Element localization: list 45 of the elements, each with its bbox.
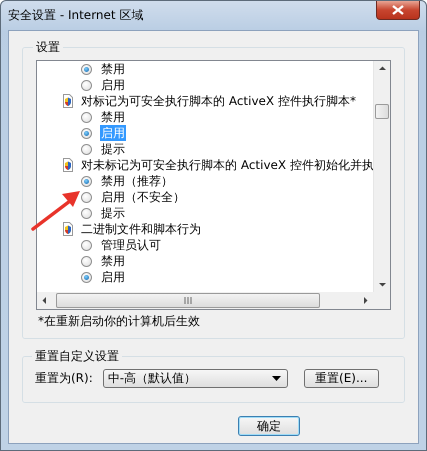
level-dropdown[interactable]: 中-高（默认值） — [102, 369, 288, 388]
radio-button[interactable] — [81, 144, 92, 154]
option-label[interactable]: 禁用（推荐） — [100, 173, 174, 189]
dropdown-arrow-icon — [272, 376, 281, 381]
option-label[interactable]: 管理员认可 — [100, 237, 162, 253]
option-label[interactable]: 启用（不安全） — [100, 189, 186, 205]
option-label[interactable]: 禁用 — [100, 61, 126, 77]
radio-button[interactable] — [81, 256, 92, 266]
setting-heading: 对标记为可安全执行脚本的 ActiveX 控件执行脚本* — [80, 93, 357, 109]
option-label[interactable]: 启用 — [100, 77, 126, 93]
option-label[interactable]: 禁用 — [100, 109, 126, 125]
shield-document-icon — [63, 94, 73, 108]
radio-button[interactable] — [81, 240, 92, 250]
vertical-scrollbar[interactable] — [373, 61, 390, 292]
close-button[interactable] — [376, 1, 420, 20]
shield-document-icon — [63, 222, 73, 236]
horizontal-scrollbar[interactable] — [37, 292, 373, 309]
radio-button[interactable] — [81, 64, 92, 74]
shield-document-icon — [63, 158, 73, 172]
option-label[interactable]: 启用 — [100, 269, 126, 285]
setting-heading: 二进制文件和脚本行为 — [80, 221, 202, 237]
restart-note: *在重新启动你的计算机后生效 — [38, 313, 201, 330]
radio-button[interactable] — [81, 128, 92, 138]
close-icon — [392, 5, 404, 15]
settings-list[interactable]: 禁用 启用 对标记为可安全执行脚本的 ActiveX 控件执行脚本* 禁用 启用 提示 对未标记为可安全执行脚本的 ActiveX 控件初始化并执 禁用（推荐） 启用（不安全） 提示 二进制文件和脚本行为 管理员认可 禁用 启用 — [36, 60, 391, 310]
radio-button[interactable] — [81, 112, 92, 122]
reset-button[interactable]: 重置(E)... — [304, 369, 379, 388]
radio-button[interactable] — [81, 80, 92, 90]
option-label[interactable]: 提示 — [100, 141, 126, 157]
radio-button[interactable] — [81, 272, 92, 282]
annotation-arrow — [30, 188, 82, 232]
grip-icon — [184, 297, 192, 304]
window-title: 安全设置 - Internet 区域 — [8, 7, 144, 24]
reset-label: 重置为(R): — [35, 370, 93, 387]
radio-button[interactable] — [81, 192, 92, 202]
ok-button[interactable]: 确定 — [238, 416, 300, 436]
radio-button[interactable] — [81, 176, 92, 186]
option-label[interactable]: 提示 — [100, 205, 126, 221]
setting-heading: 对未标记为可安全执行脚本的 ActiveX 控件初始化并执 — [80, 157, 373, 173]
radio-button[interactable] — [81, 208, 92, 218]
group-title: 设置 — [35, 39, 61, 56]
scroll-thumb[interactable] — [56, 293, 320, 308]
scroll-thumb[interactable] — [375, 104, 389, 119]
option-label[interactable]: 禁用 — [100, 253, 126, 269]
group-title: 重置自定义设置 — [34, 348, 120, 365]
